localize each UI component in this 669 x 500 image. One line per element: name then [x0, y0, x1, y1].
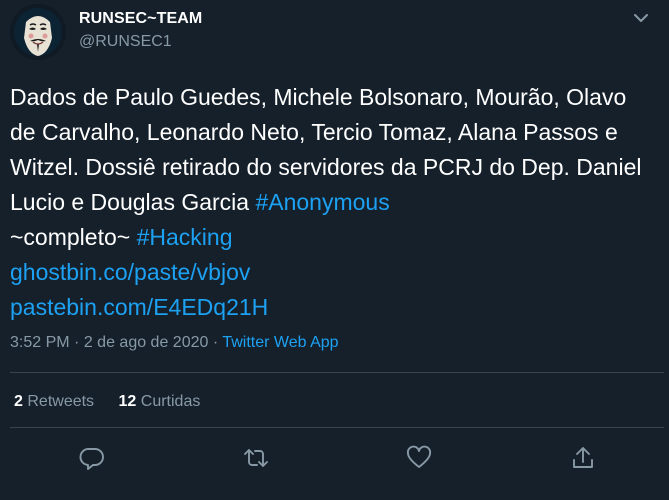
heart-icon[interactable] [405, 444, 433, 472]
tweet-meta: 3:52 PM · 2 de ago de 2020 · Twitter Web… [10, 334, 339, 352]
tweet-body: Dados de Paulo Guedes, Michele Bolsonaro… [10, 80, 655, 325]
hashtag-hacking[interactable]: #Hacking [137, 224, 233, 250]
retweets-label: Retweets [27, 393, 95, 410]
tweet-time[interactable]: 3:52 PM [10, 334, 70, 351]
retweets-count: 2 [14, 393, 23, 410]
tweet-stats: 2 Retweets 12 Curtidas [14, 393, 220, 411]
avatar[interactable] [10, 4, 66, 60]
meta-separator: · [74, 334, 80, 351]
retweet-icon[interactable] [242, 444, 270, 472]
tweet-card: RUNSEC~TEAM @RUNSEC1 Dados de Paulo Gued… [0, 0, 669, 500]
likes-count: 12 [118, 393, 137, 410]
meta-separator: · [212, 334, 219, 351]
retweets-stat[interactable]: 2 Retweets [14, 393, 99, 410]
user-handle[interactable]: @RUNSEC1 [79, 33, 172, 51]
link-ghostbin[interactable]: ghostbin.co/paste/vbjov [10, 259, 250, 285]
tweet-date[interactable]: 2 de ago de 2020 [84, 334, 209, 351]
tweet-source[interactable]: Twitter Web App [222, 334, 338, 351]
divider [10, 427, 664, 428]
display-name[interactable]: RUNSEC~TEAM [79, 10, 202, 28]
hashtag-anonymous[interactable]: #Anonymous [255, 189, 389, 215]
chevron-down-icon[interactable] [631, 8, 651, 28]
share-icon[interactable] [569, 444, 597, 472]
likes-stat[interactable]: 12 Curtidas [119, 393, 201, 410]
divider [10, 372, 664, 373]
link-pastebin[interactable]: pastebin.com/E4EDq21H [10, 294, 268, 320]
tweet-text-continued: ~completo~ [10, 224, 131, 250]
guy-fawkes-mask-icon [10, 4, 66, 60]
tweet-actions [0, 444, 669, 474]
likes-label: Curtidas [140, 393, 201, 410]
reply-icon[interactable] [78, 444, 106, 472]
